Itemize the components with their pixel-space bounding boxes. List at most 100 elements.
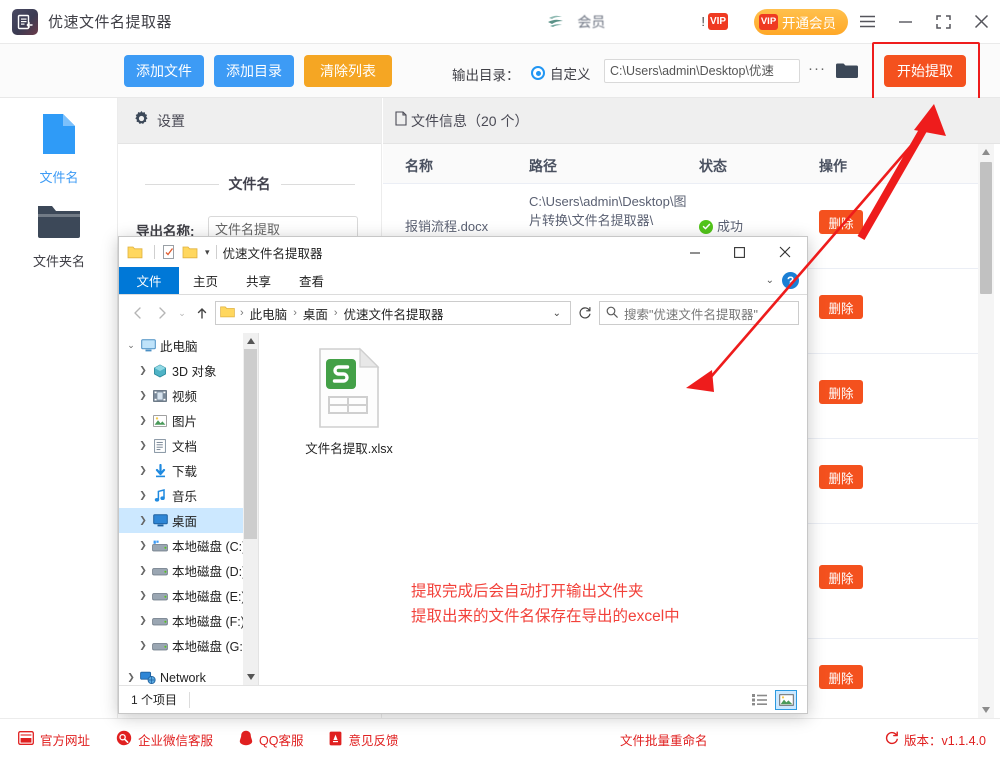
refresh-icon[interactable] [573, 301, 597, 325]
add-file-button[interactable]: 添加文件 [124, 55, 204, 87]
tree-item-music[interactable]: ❯ 音乐 [119, 483, 258, 508]
ribbon-tab-view[interactable]: 查看 [285, 267, 338, 294]
chevron-right-icon[interactable]: ❯ [135, 565, 151, 576]
add-directory-button[interactable]: 添加目录 [214, 55, 294, 87]
recent-locations-chevron-down-icon[interactable]: ⌄ [175, 301, 189, 325]
refresh-icon[interactable] [885, 731, 899, 748]
delete-button[interactable]: 删除 [819, 295, 863, 319]
ribbon-expand-chevron-down-icon[interactable]: ⌄ [766, 275, 774, 286]
feedback-link[interactable]: 意见反馈 [329, 730, 398, 749]
large-icons-view-icon[interactable] [775, 690, 797, 710]
hamburger-menu-icon[interactable] [848, 0, 886, 44]
output-dir-label: 输出目录： [452, 64, 520, 84]
tree-scrollbar[interactable] [243, 333, 258, 685]
tree-item-drive-d[interactable]: ❯ 本地磁盘 (D:) [119, 558, 258, 583]
new-folder-icon[interactable] [182, 244, 198, 260]
output-path-more-button[interactable]: ··· [808, 60, 826, 77]
desktop-icon [151, 514, 169, 527]
chevron-right-icon[interactable]: ❯ [135, 590, 151, 601]
tree-item-drive-g[interactable]: ❯ 本地磁盘 (G:) [119, 633, 258, 658]
quick-access-chevron-down-icon[interactable]: ▾ [205, 247, 210, 258]
breadcrumb-item-this-pc[interactable]: 此电脑 [247, 304, 291, 323]
delete-button[interactable]: 删除 [819, 380, 863, 404]
wechat-service-link[interactable]: 企业微信客服 [116, 730, 213, 749]
chevron-right-icon[interactable]: ❯ [135, 465, 151, 476]
explorer-address-bar: ⌄ › 此电脑 › 桌面 › 优速文件名提取器 ⌄ [119, 295, 807, 331]
close-icon[interactable] [762, 237, 807, 267]
tree-item-videos[interactable]: ❯ 视频 [119, 383, 258, 408]
scroll-up-arrow-icon[interactable] [978, 144, 994, 160]
tree-item-desktop[interactable]: ❯ 桌面 [119, 508, 258, 533]
list-item-label: 文件名提取.xlsx [299, 438, 399, 457]
ribbon-tab-share[interactable]: 共享 [232, 267, 285, 294]
tree-item-drive-c[interactable]: ❯ 本地磁盘 (C:) [119, 533, 258, 558]
folder-icon[interactable] [836, 62, 858, 84]
tree-item-downloads[interactable]: ❯ 下载 [119, 458, 258, 483]
breadcrumb-chevron-down-icon[interactable]: ⌄ [548, 308, 566, 319]
chevron-right-icon[interactable]: ❯ [135, 415, 151, 426]
tree-item-this-pc[interactable]: ⌄ 此电脑 [119, 333, 258, 358]
file-list-scrollbar-thumb[interactable] [980, 162, 992, 294]
chevron-right-icon[interactable]: ❯ [135, 615, 151, 626]
minimize-icon[interactable] [886, 0, 924, 44]
tree-item-pictures[interactable]: ❯ 图片 [119, 408, 258, 433]
up-icon[interactable] [191, 301, 213, 325]
list-item[interactable]: 文件名提取.xlsx [299, 347, 399, 457]
file-list-scrollbar[interactable] [978, 144, 994, 718]
chevron-right-icon[interactable]: ❯ [135, 440, 151, 451]
ribbon-tab-home[interactable]: 主页 [179, 267, 232, 294]
scroll-up-arrow-icon[interactable] [243, 333, 258, 349]
qq-service-link[interactable]: QQ客服 [239, 730, 303, 749]
chevron-right-icon[interactable]: ❯ [135, 515, 151, 526]
wechat-icon [116, 730, 132, 749]
breadcrumb[interactable]: › 此电脑 › 桌面 › 优速文件名提取器 ⌄ [215, 301, 571, 325]
ribbon-tab-file[interactable]: 文件 [119, 267, 179, 294]
tree-item-3d-objects[interactable]: ❯ 3D 对象 [119, 358, 258, 383]
maximize-icon[interactable] [924, 0, 962, 44]
search-input[interactable]: 搜索"优速文件名提取器" [599, 301, 799, 325]
chevron-right-icon[interactable]: ❯ [135, 540, 151, 551]
clear-list-button[interactable]: 清除列表 [304, 55, 392, 87]
batch-rename-link[interactable]: 文件批量重命名 [620, 730, 708, 749]
sidebar-item-foldername[interactable]: 文件夹名 [0, 202, 118, 270]
breadcrumb-item-desktop[interactable]: 桌面 [300, 304, 331, 323]
forward-icon[interactable] [151, 301, 173, 325]
tree-item-drive-f[interactable]: ❯ 本地磁盘 (F:) [119, 608, 258, 633]
member-status[interactable]: 会员 [545, 12, 605, 32]
documents-icon [151, 439, 169, 453]
sidebar-item-filename[interactable]: 文件名 [0, 112, 118, 186]
chevron-right-icon[interactable]: ❯ [135, 365, 151, 376]
help-icon[interactable]: ? [782, 272, 799, 289]
explorer-body: ⌄ 此电脑 ❯ 3D 对象 ❯ [119, 333, 807, 685]
output-custom-radio[interactable]: 自定义 [531, 63, 591, 83]
tree-scrollbar-thumb[interactable] [244, 349, 257, 539]
tree-item-drive-e[interactable]: ❯ 本地磁盘 (E:) [119, 583, 258, 608]
vip-badge-icon: VIP [708, 13, 728, 30]
tree-item-network[interactable]: ❯ Network [119, 665, 258, 685]
output-path-input[interactable]: C:\Users\admin\Desktop\优速 [604, 59, 800, 83]
alert-exclamation-icon: ! [701, 14, 705, 29]
chevron-right-icon[interactable]: ❯ [135, 390, 151, 401]
delete-button[interactable]: 删除 [819, 465, 863, 489]
delete-button[interactable]: 删除 [819, 565, 863, 589]
properties-icon[interactable] [161, 244, 177, 260]
scroll-down-arrow-icon[interactable] [243, 669, 258, 685]
chevron-right-icon[interactable]: ❯ [135, 640, 151, 651]
chevron-down-icon[interactable]: ⌄ [123, 340, 139, 351]
details-view-icon[interactable] [749, 690, 771, 710]
column-header-status: 状态 [699, 156, 727, 176]
chevron-right-icon[interactable]: ❯ [135, 490, 151, 501]
chevron-right-icon[interactable]: ❯ [123, 672, 139, 683]
scroll-down-arrow-icon[interactable] [978, 702, 994, 718]
open-vip-button[interactable]: VIP 开通会员 [754, 9, 848, 35]
delete-button[interactable]: 删除 [819, 210, 863, 234]
maximize-icon[interactable] [717, 237, 762, 267]
back-icon[interactable] [127, 301, 149, 325]
minimize-icon[interactable] [672, 237, 717, 267]
start-extract-button[interactable]: 开始提取 [884, 55, 966, 87]
tree-item-documents[interactable]: ❯ 文档 [119, 433, 258, 458]
delete-button[interactable]: 删除 [819, 665, 863, 689]
breadcrumb-item-current[interactable]: 优速文件名提取器 [341, 304, 447, 323]
official-website-link[interactable]: 官方网址 [18, 730, 90, 749]
close-icon[interactable] [962, 0, 1000, 44]
